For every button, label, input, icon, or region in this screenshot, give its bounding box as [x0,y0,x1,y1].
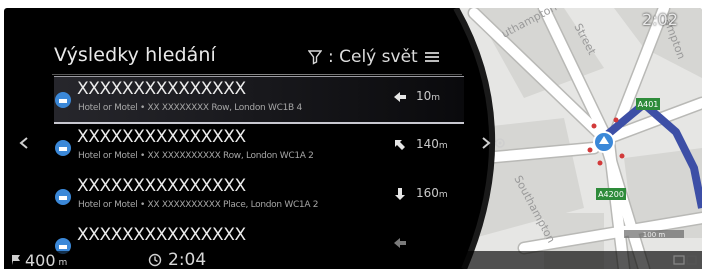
result-name: XXXXXXXXXXXXXXX [77,225,246,245]
road-marker-a401: A401 [636,98,660,110]
filter-label: : Celý svět [328,47,418,67]
result-row[interactable]: XXXXXXXXXXXXXXX Hotel or Motel • XX XXXX… [54,125,464,173]
map-scale: 400 m [10,251,67,269]
map-scale-bar: 100 m [624,230,684,239]
clock: 2:02 [642,10,678,29]
search-results-panel: Výsledky hledání : Celý svět XXXXXXXXXXX… [4,8,474,254]
result-distance: 140m [416,137,448,151]
hotel-icon [55,92,71,108]
result-address: Hotel or Motel • XX XXXXXXXXXX Place, Lo… [78,200,319,210]
hotel-icon [55,189,71,205]
signal-icon [673,255,697,265]
result-row[interactable]: XXXXXXXXXXXXXXX Hotel or Motel • XX XXXX… [54,76,464,124]
result-name: XXXXXXXXXXXXXXX [77,176,246,196]
map-toggle-icon[interactable] [494,136,506,150]
road-marker-a4200: A4200 [596,188,626,200]
result-address: Hotel or Motel • XX XXXXXXXXXX Row, Lond… [78,151,314,161]
result-row[interactable]: XXXXXXXXXXXXXXX Hotel or Motel • XX XXXX… [54,174,464,222]
show-map-arrow-icon[interactable] [480,136,492,150]
svg-text:A4200: A4200 [598,190,624,199]
clock-icon [148,253,162,267]
svg-text:100 m: 100 m [643,231,666,239]
west-arrow-icon [394,238,406,248]
filter-icon [308,50,322,65]
navigation-screen: uthampton Row Street Southampton ampton … [4,8,702,269]
list-icon [424,52,439,62]
result-name: XXXXXXXXXXXXXXX [77,127,246,147]
arrival-time: 2:04 [148,250,206,269]
header-divider [52,74,462,75]
south-arrow-icon [395,188,405,200]
status-bar: 400 m 2:04 [4,250,702,269]
north-west-arrow-icon [395,140,405,150]
result-distance: 160m [416,186,448,200]
page-title: Výsledky hledání [54,44,216,66]
flag-icon [12,255,20,265]
previous-page-arrow-icon[interactable] [18,136,30,150]
current-position-icon [593,131,615,153]
result-distance: 10m [416,89,441,103]
hotel-icon [55,140,71,156]
filter-button[interactable]: : Celý svět [308,46,440,68]
result-name: XXXXXXXXXXXXXXX [77,79,246,99]
svg-text:A401: A401 [638,100,659,109]
west-arrow-icon [394,92,406,102]
result-address: Hotel or Motel • XX XXXXXXXX Row, London… [78,103,302,113]
